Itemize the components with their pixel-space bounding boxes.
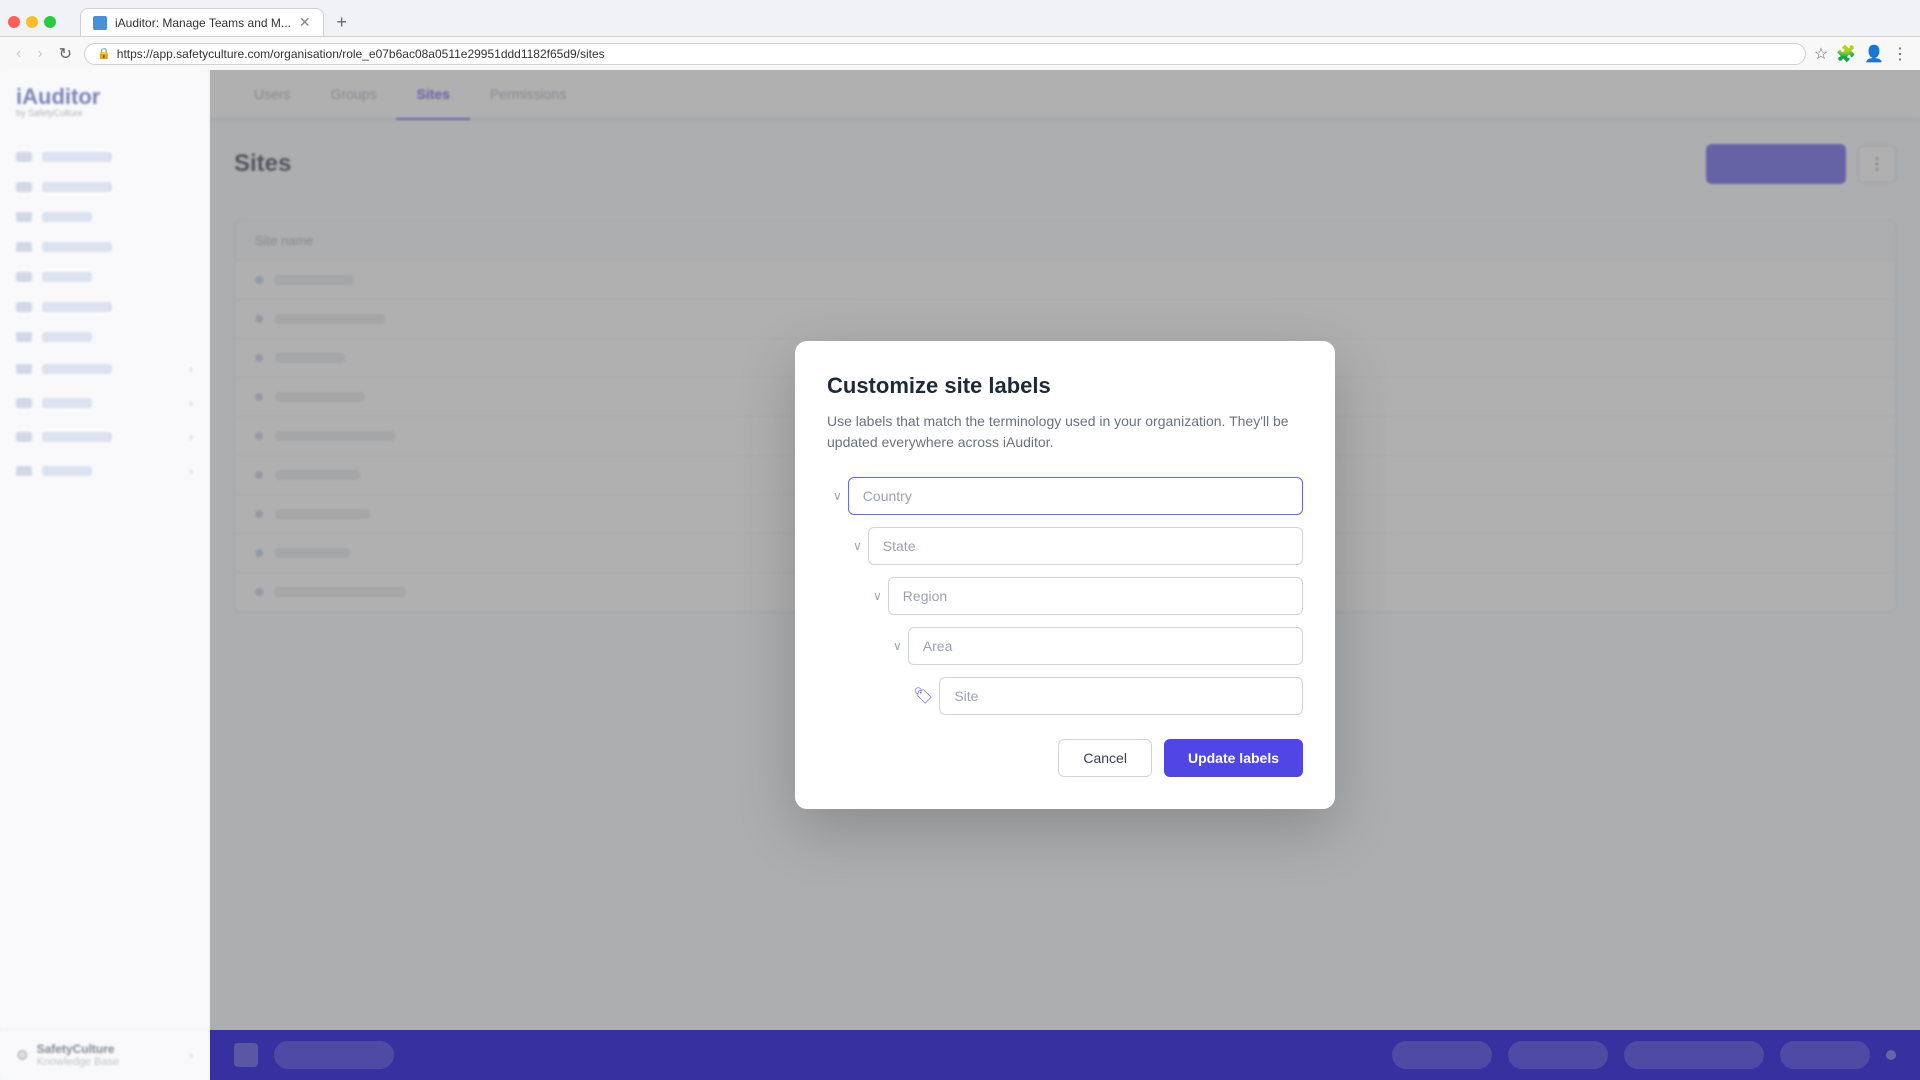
region-field-row: ∨ [867, 577, 1303, 615]
active-tab[interactable]: iAuditor: Manage Teams and M... ✕ [80, 8, 324, 36]
modal-title: Customize site labels [827, 373, 1303, 399]
sidebar-item-6 [0, 292, 209, 322]
state-field-row: ∨ [847, 527, 1303, 565]
bookmark-icon[interactable]: ☆ [1814, 44, 1828, 64]
sidebar-item-2 [0, 172, 209, 202]
country-input[interactable] [848, 477, 1303, 515]
tab-favicon [93, 16, 107, 30]
back-button[interactable]: ‹ [12, 43, 25, 65]
url-text: https://app.safetyculture.com/organisati… [117, 47, 605, 61]
sidebar-logo: iAuditor by SafetyCulture [0, 70, 209, 134]
sidebar-item-4 [0, 232, 209, 262]
tab-title: iAuditor: Manage Teams and M... [115, 16, 291, 30]
sidebar-nav: › › › › [0, 134, 209, 1029]
sidebar-footer: ⚙ SafetyCulture Knowledge Base › [0, 1029, 209, 1080]
country-chevron-icon[interactable]: ∨ [827, 485, 848, 507]
state-chevron-icon[interactable]: ∨ [847, 535, 868, 557]
traffic-light-yellow[interactable] [26, 16, 38, 28]
app-container: iAuditor by SafetyCulture › › › › ⚙ Safe… [0, 70, 1920, 1080]
traffic-light-red[interactable] [8, 16, 20, 28]
region-input[interactable] [888, 577, 1303, 615]
country-field-row: ∨ [827, 477, 1303, 515]
tab-close-button[interactable]: ✕ [299, 14, 311, 31]
modal-description: Use labels that match the terminology us… [827, 411, 1303, 453]
refresh-button[interactable]: ↻ [55, 42, 76, 66]
sidebar-item-1 [0, 142, 209, 172]
update-labels-button[interactable]: Update labels [1164, 739, 1303, 777]
site-field-row: 🏷 [907, 677, 1303, 715]
logo-sub: by SafetyCulture [16, 108, 100, 118]
area-field-row: ∨ [887, 627, 1303, 665]
modal-footer: Cancel Update labels [827, 739, 1303, 777]
customize-labels-modal: Customize site labels Use labels that ma… [795, 341, 1335, 809]
sidebar-item-3 [0, 202, 209, 232]
state-input[interactable] [868, 527, 1303, 565]
profile-icon[interactable]: 👤 [1864, 44, 1884, 64]
new-tab-button[interactable]: + [328, 8, 356, 36]
browser-chrome: iAuditor: Manage Teams and M... ✕ + ‹ › … [0, 0, 1920, 70]
sidebar: iAuditor by SafetyCulture › › › › ⚙ Safe… [0, 70, 210, 1080]
cancel-button[interactable]: Cancel [1058, 739, 1152, 777]
region-chevron-icon[interactable]: ∨ [867, 585, 888, 607]
site-input[interactable] [939, 677, 1303, 715]
modal-overlay: Customize site labels Use labels that ma… [210, 70, 1920, 1080]
lock-icon: 🔒 [97, 47, 111, 60]
logo-text: iAuditor [16, 86, 100, 108]
sidebar-item-8: › [0, 352, 209, 386]
forward-button[interactable]: › [33, 43, 46, 65]
sidebar-item-11: › [0, 454, 209, 488]
area-chevron-icon[interactable]: ∨ [887, 635, 908, 657]
sidebar-item-5 [0, 262, 209, 292]
sidebar-item-9: › [0, 386, 209, 420]
tag-icon: 🏷 [907, 682, 939, 710]
menu-icon[interactable]: ⋮ [1892, 44, 1908, 64]
main-content: Users Groups Sites Permissions Sites ⋮ S… [210, 70, 1920, 1080]
sidebar-item-10: › [0, 420, 209, 454]
traffic-light-green[interactable] [44, 16, 56, 28]
area-input[interactable] [908, 627, 1303, 665]
extension-icon[interactable]: 🧩 [1836, 44, 1856, 64]
address-bar[interactable]: 🔒 https://app.safetyculture.com/organisa… [84, 43, 1806, 65]
sidebar-item-7 [0, 322, 209, 352]
